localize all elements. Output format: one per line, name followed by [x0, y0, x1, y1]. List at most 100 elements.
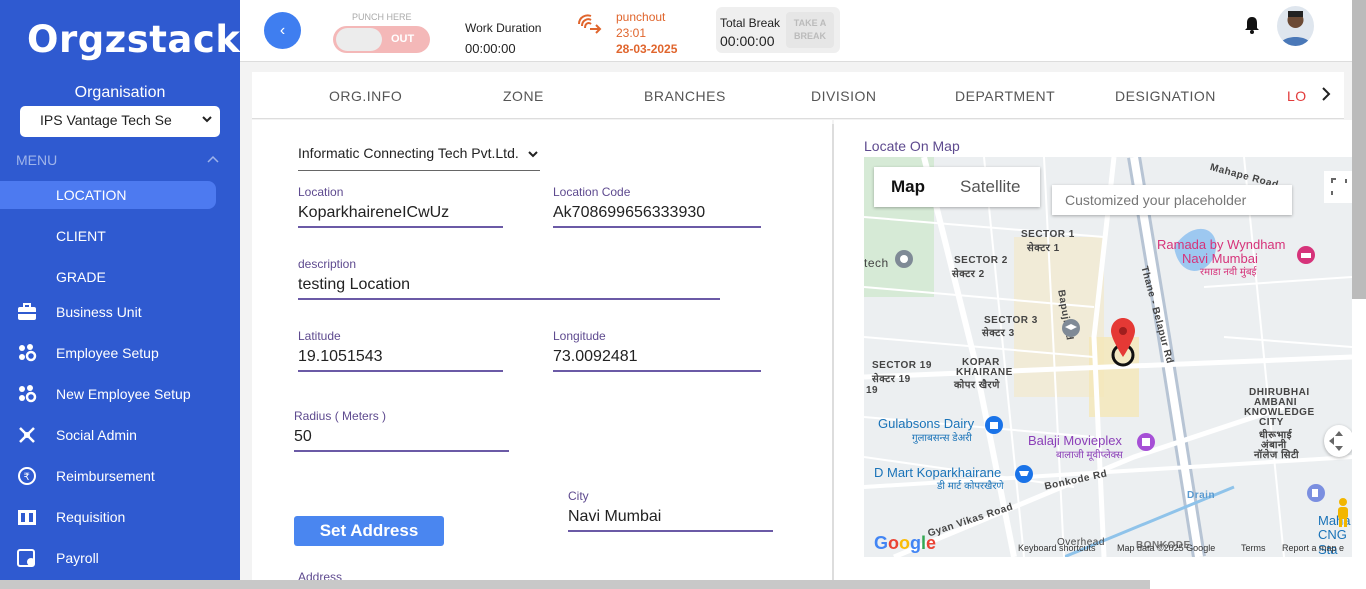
map-poi-label: Gulabsons Dairy [878, 416, 975, 431]
social-icon [19, 427, 35, 443]
keyboard-shortcuts-link[interactable]: Keyboard shortcuts [1018, 543, 1096, 553]
radius-input[interactable]: 50 [294, 428, 509, 452]
total-break-value: 00:00:00 [720, 33, 775, 49]
move-arrows-icon [1329, 431, 1343, 451]
vertical-scrollbar[interactable] [1352, 0, 1366, 299]
punch-here-label: PUNCH HERE [352, 12, 412, 22]
organisation-select-value: IPS Vantage Tech Se [40, 112, 172, 128]
map-poi-label: Balaji Movieplex [1028, 433, 1122, 448]
sidebar-item-social-admin[interactable]: Social Admin [0, 420, 240, 450]
notification-bell-icon[interactable] [1242, 15, 1262, 35]
google-map[interactable]: SECTOR 1 सेक्टर 1 SECTOR 2 सेक्टर 2 SECT… [864, 157, 1352, 557]
map-poi-label: डी मार्ट कोपरखैरणे [937, 481, 1004, 492]
people-gear-icon [19, 344, 37, 362]
tab-designation[interactable]: DESIGNATION [1115, 88, 1216, 104]
city-input[interactable]: Navi Mumbai [568, 508, 773, 532]
google-logo: Google [874, 533, 937, 553]
pegman-icon[interactable] [1334, 497, 1352, 529]
work-duration-value: 00:00:00 [465, 41, 516, 56]
requisition-icon [18, 510, 36, 525]
location-input[interactable]: KoparkhaireneICwUz [298, 204, 503, 228]
map-tab-satellite[interactable]: Satellite [960, 177, 1020, 197]
cart-marker-icon[interactable] [1014, 464, 1034, 484]
hotel-marker-icon[interactable] [1296, 245, 1316, 265]
chevron-right-icon[interactable] [1318, 86, 1334, 102]
sidebar-item-location[interactable]: LOCATION [0, 181, 216, 209]
chevron-up-icon[interactable] [207, 155, 219, 163]
terms-link[interactable]: Terms [1241, 543, 1266, 553]
map-area-label: SECTOR 19 [872, 360, 932, 371]
map-tab-map[interactable]: Map [891, 177, 925, 197]
chevron-down-icon [202, 116, 212, 123]
map-poi-label: गुलाबसन्स डेअरी [912, 433, 972, 444]
map-search-input[interactable]: Customized your placeholder [1052, 185, 1292, 215]
avatar[interactable] [1277, 6, 1314, 46]
take-break-button[interactable]: TAKE A BREAK [786, 12, 834, 48]
organisation-select[interactable]: IPS Vantage Tech Se [20, 106, 220, 137]
map-camera-control[interactable] [1324, 425, 1352, 457]
map-area-label: नॉलेज सिटी [1254, 450, 1300, 461]
store-marker-icon[interactable] [984, 415, 1004, 435]
sidebar: Orgzstack Organisation IPS Vantage Tech … [0, 0, 240, 589]
punch-toggle[interactable]: OUT [333, 26, 430, 53]
tab-org-info[interactable]: ORG.INFO [329, 88, 402, 104]
company-select[interactable]: Informatic Connecting Tech Pvt.Ltd. [298, 143, 540, 171]
location-code-field[interactable]: Location Code Ak708699656333930 [553, 185, 761, 228]
cinema-marker-icon[interactable] [1136, 432, 1156, 452]
sidebar-item-business-unit[interactable]: Business Unit [0, 297, 240, 327]
city-field[interactable]: City Navi Mumbai [568, 489, 773, 532]
map-area-label: सेक्टर 19 [872, 374, 911, 385]
description-input[interactable]: testing Location [298, 276, 720, 300]
horizontal-scrollbar[interactable] [0, 580, 1150, 589]
report-map-error-link[interactable]: Report a map e [1282, 543, 1344, 553]
latitude-input[interactable]: 19.1051543 [298, 348, 503, 372]
map-poi-label: बालाजी मूवीप्लेक्स [1056, 450, 1123, 461]
sidebar-item-reimbursement[interactable]: ₹ Reimbursement [0, 461, 240, 491]
briefcase-icon [18, 303, 36, 320]
description-field[interactable]: description testing Location [298, 257, 720, 300]
fuel-marker-icon[interactable] [1306, 483, 1326, 503]
place-marker-icon[interactable] [894, 249, 914, 269]
app-logo: Orgzstack [27, 18, 240, 61]
sidebar-item-client[interactable]: CLIENT [0, 222, 216, 250]
location-pin-icon[interactable] [1108, 317, 1138, 367]
map-area-label: tech [864, 256, 889, 270]
tab-location[interactable]: LO [1287, 88, 1307, 104]
location-field[interactable]: Location KoparkhaireneICwUz [298, 185, 503, 228]
map-panel: Locate On Map SECTOR 1 सेक्टर 1 SECTOR 2… [834, 120, 1366, 589]
fullscreen-button[interactable] [1324, 171, 1352, 203]
location-code-input[interactable]: Ak708699656333930 [553, 204, 761, 228]
map-area-label: Drain [1187, 490, 1216, 501]
map-title: Locate On Map [864, 138, 960, 154]
school-marker-icon[interactable] [1061, 318, 1081, 338]
sidebar-item-new-employee-setup[interactable]: New Employee Setup [0, 379, 240, 409]
tab-zone[interactable]: ZONE [503, 88, 544, 104]
map-data-text: Map data ©2025 Google [1117, 543, 1216, 553]
longitude-field[interactable]: Longitude 73.0092481 [553, 329, 761, 372]
tab-division[interactable]: DIVISION [811, 88, 876, 104]
latitude-field[interactable]: Latitude 19.1051543 [298, 329, 503, 372]
map-type-toggle: Map Satellite [874, 167, 1040, 207]
map-area-label: 19 [866, 385, 879, 396]
sidebar-item-requisition[interactable]: Requisition [0, 502, 240, 532]
tab-department[interactable]: DEPARTMENT [955, 88, 1055, 104]
longitude-input[interactable]: 73.0092481 [553, 348, 761, 372]
radius-field[interactable]: Radius ( Meters ) 50 [294, 409, 509, 452]
set-address-button[interactable]: Set Address [294, 516, 444, 546]
rupee-icon: ₹ [18, 467, 36, 485]
fingerprint-icon [578, 14, 602, 34]
map-area-label: SECTOR 1 [1021, 229, 1075, 240]
sidebar-item-employee-setup[interactable]: Employee Setup [0, 338, 240, 368]
back-button[interactable]: ‹ [264, 12, 301, 49]
map-area-label: सेक्टर 2 [952, 269, 985, 280]
sidebar-item-grade[interactable]: GRADE [0, 263, 216, 291]
map-area-label: SECTOR 2 [954, 255, 1008, 266]
location-form: Informatic Connecting Tech Pvt.Ltd. Loca… [252, 120, 832, 589]
toggle-knob [336, 28, 382, 51]
sidebar-item-payroll[interactable]: Payroll [0, 543, 240, 573]
payroll-icon [17, 549, 35, 567]
tab-branches[interactable]: BRANCHES [644, 88, 726, 104]
map-area-label: सेक्टर 3 [982, 328, 1015, 339]
map-poi-label: रमाडा नवी मुंबई [1200, 267, 1257, 278]
map-area-label: कोपर खैरणे [954, 380, 1000, 391]
